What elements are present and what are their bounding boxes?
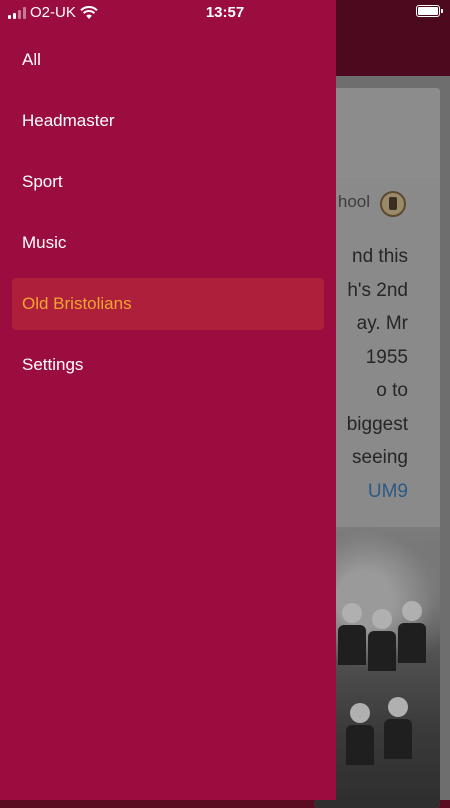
menu-item-sport[interactable]: Sport	[12, 156, 324, 208]
menu-item-all[interactable]: All	[12, 34, 324, 86]
photo-figure-body	[346, 725, 374, 765]
menu-item-music[interactable]: Music	[12, 217, 324, 269]
menu-item-old-bristolians[interactable]: Old Bristolians	[12, 278, 324, 330]
photo-figure	[350, 703, 370, 723]
photo-figure-body	[398, 623, 426, 663]
photo-figure	[388, 697, 408, 717]
photo-figure	[372, 609, 392, 629]
clock: 13:57	[205, 4, 245, 21]
navigation-drawer: All Headmaster Sport Music Old Bristolia…	[0, 0, 336, 800]
menu-item-settings[interactable]: Settings	[12, 339, 324, 391]
school-crest-icon	[380, 191, 406, 217]
photo-figure	[402, 601, 422, 621]
photo-figure-body	[384, 719, 412, 759]
photo-figure-body	[338, 625, 366, 665]
battery-icon	[416, 5, 443, 17]
photo-figure-body	[368, 631, 396, 671]
menu-item-headmaster[interactable]: Headmaster	[12, 95, 324, 147]
status-bar: O2-UK 13:57	[0, 0, 450, 26]
photo-figure	[342, 603, 362, 623]
